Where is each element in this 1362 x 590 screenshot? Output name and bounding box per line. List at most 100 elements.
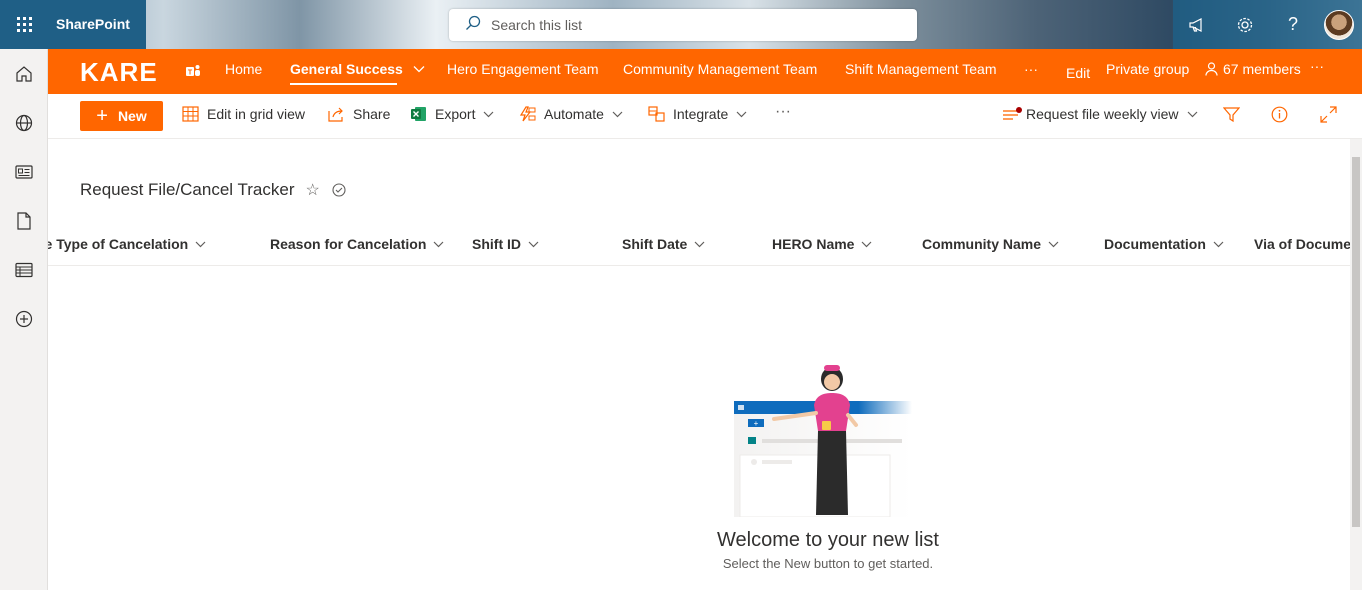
new-button-label: New — [117, 108, 147, 124]
chevron-down-icon — [612, 111, 623, 118]
chevron-down-icon — [413, 65, 425, 73]
app-launcher-button[interactable] — [0, 0, 48, 49]
user-avatar[interactable] — [1324, 9, 1354, 40]
column-header-label: Documentation — [1104, 236, 1206, 252]
chevron-down-icon — [1187, 111, 1198, 118]
hub-overflow-more[interactable]: ··· — [1310, 58, 1324, 74]
command-overflow-more[interactable]: ··· — [775, 103, 791, 121]
column-header-label: Via of Documen — [1254, 236, 1350, 252]
hub-link-home[interactable]: Home — [225, 61, 262, 77]
chevron-down-icon — [433, 241, 444, 248]
chevron-down-icon — [483, 111, 494, 118]
integrate-label: Integrate — [673, 106, 729, 122]
scrollbar-thumb[interactable] — [1352, 157, 1360, 527]
list-content: Request File/Cancel Tracker ☆ ne Type of… — [48, 139, 1350, 590]
suite-right-actions: ? — [1173, 0, 1362, 49]
empty-state-title: Welcome to your new list — [717, 529, 939, 551]
new-button[interactable]: + New — [80, 101, 163, 131]
search-icon — [465, 15, 491, 36]
chevron-down-icon — [528, 241, 539, 248]
person-icon — [1205, 62, 1218, 76]
svg-text:+: + — [754, 419, 759, 428]
members-count: 67 members — [1223, 61, 1301, 77]
lists-icon[interactable] — [0, 245, 48, 294]
svg-text:T: T — [188, 70, 193, 77]
column-headers: ne Type of Cancelation Reason for Cancel… — [48, 221, 1350, 266]
plus-icon: + — [96, 105, 108, 127]
share-label: Share — [353, 106, 391, 122]
list-title-row: Request File/Cancel Tracker ☆ — [80, 180, 346, 200]
automate-flow-icon — [518, 106, 536, 122]
vertical-scrollbar[interactable] — [1350, 139, 1362, 590]
favorite-star-icon[interactable]: ☆ — [305, 180, 319, 200]
export-button[interactable]: Export — [410, 106, 494, 122]
expand-icon[interactable] — [1320, 106, 1337, 126]
command-bar: + New Edit in grid view Share Export Aut… — [48, 94, 1362, 139]
automate-button[interactable]: Automate — [518, 106, 623, 122]
column-header[interactable]: HERO Name — [772, 236, 872, 252]
share-button[interactable]: Share — [328, 106, 390, 122]
share-icon — [328, 106, 345, 122]
column-header-label: ne Type of Cancelation — [48, 236, 189, 252]
chevron-down-icon — [1213, 241, 1224, 248]
hub-more-links[interactable]: ··· — [1024, 61, 1038, 77]
hub-link-community-management[interactable]: Community Management Team — [623, 61, 817, 77]
column-header[interactable]: Reason for Cancelation — [270, 236, 444, 252]
chevron-down-icon — [195, 241, 206, 248]
help-icon[interactable]: ? — [1269, 0, 1317, 49]
column-header-label: Shift Date — [622, 236, 688, 252]
create-plus-icon[interactable] — [0, 294, 48, 343]
column-header-label: Reason for Cancelation — [270, 236, 427, 252]
left-app-rail — [0, 49, 48, 590]
column-header[interactable]: Via of Documen — [1254, 236, 1350, 252]
settings-gear-icon[interactable] — [1221, 0, 1269, 49]
hub-link-general-success[interactable]: General Success — [290, 61, 425, 85]
home-icon[interactable] — [0, 49, 48, 98]
column-header[interactable]: Shift ID — [472, 236, 539, 252]
column-header[interactable]: Shift Date — [622, 236, 705, 252]
document-icon[interactable] — [0, 196, 48, 245]
edit-grid-view-button[interactable]: Edit in grid view — [182, 106, 305, 122]
waffle-icon — [16, 17, 32, 32]
chevron-down-icon — [1048, 241, 1059, 248]
search-box[interactable] — [449, 9, 917, 41]
column-header[interactable]: ne Type of Cancelation — [48, 236, 206, 252]
suite-bar: SharePoint ? — [0, 0, 1362, 49]
column-header-label: HERO Name — [772, 236, 855, 252]
follow-check-icon[interactable] — [332, 183, 346, 197]
edit-grid-view-label: Edit in grid view — [207, 106, 306, 122]
filter-icon[interactable] — [1222, 106, 1241, 126]
info-icon[interactable] — [1271, 106, 1288, 126]
automate-label: Automate — [544, 106, 604, 122]
teams-icon[interactable]: T — [185, 63, 201, 79]
column-header-label: Shift ID — [472, 236, 521, 252]
hub-link-shift-management[interactable]: Shift Management Team — [845, 61, 997, 77]
integrate-icon — [648, 106, 665, 122]
hub-navigation: KARE T Home General Success Hero Engagem… — [48, 49, 1362, 94]
chevron-down-icon — [736, 111, 747, 118]
excel-icon — [410, 106, 427, 122]
column-header[interactable]: Documentation — [1104, 236, 1224, 252]
list-title: Request File/Cancel Tracker — [80, 180, 295, 199]
view-options-icon — [1002, 107, 1022, 121]
edit-nav-link[interactable]: Edit — [1066, 65, 1090, 81]
empty-list-illustration: + — [734, 361, 914, 518]
news-icon[interactable] — [0, 147, 48, 196]
members-button[interactable]: 67 members — [1205, 61, 1301, 77]
chevron-down-icon — [861, 241, 872, 248]
megaphone-icon[interactable] — [1173, 0, 1221, 49]
integrate-button[interactable]: Integrate — [648, 106, 747, 122]
chevron-down-icon — [694, 241, 705, 248]
export-label: Export — [435, 106, 476, 122]
grid-icon — [182, 106, 199, 122]
column-header[interactable]: Community Name — [922, 236, 1059, 252]
sharepoint-app-name[interactable]: SharePoint — [48, 0, 146, 49]
search-input[interactable] — [491, 17, 871, 33]
private-group-label: Private group — [1106, 61, 1190, 77]
globe-icon[interactable] — [0, 98, 48, 147]
kare-logo[interactable]: KARE — [80, 57, 158, 88]
empty-state-subtitle: Select the New button to get started. — [722, 556, 934, 571]
hub-link-general-success-label: General Success — [290, 61, 403, 77]
view-switcher[interactable]: Request file weekly view — [1002, 106, 1198, 122]
hub-link-hero-engagement[interactable]: Hero Engagement Team — [447, 61, 599, 77]
